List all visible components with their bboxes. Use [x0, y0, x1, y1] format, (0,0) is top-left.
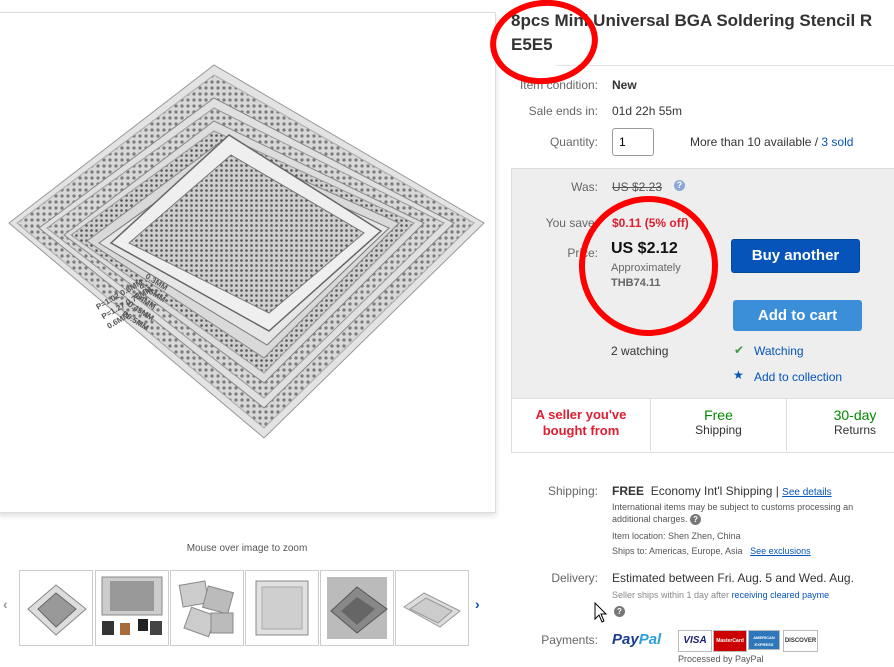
delivery-label: Delivery:	[551, 571, 598, 585]
returns-feature: 30-day Returns	[787, 398, 894, 451]
see-details-link[interactable]: See details	[782, 487, 831, 498]
thumbnail-image	[255, 580, 309, 636]
shipping-line: FREE Economy Int'l Shipping | See detail…	[612, 484, 832, 498]
processed-by-paypal: Processed by PayPal	[678, 654, 764, 664]
stencil-photo	[8, 64, 485, 439]
paypal-pal: Pal	[638, 631, 662, 648]
check-icon: ✔	[734, 343, 745, 357]
thumbnail-4[interactable]	[245, 570, 319, 646]
thumbnail-image	[327, 577, 388, 639]
payments-label: Payments:	[541, 633, 598, 647]
seller-feature: A seller you've bought from	[512, 398, 650, 451]
seller-feature-line1: A seller you've	[535, 407, 627, 422]
zoom-hint: Mouse over image to zoom	[186, 543, 308, 554]
amex-card-icon: AMERICAN EXPRESS	[748, 630, 780, 650]
paypal-logo: PayPal	[612, 631, 661, 648]
add-to-collection-link[interactable]: Add to collection	[754, 370, 842, 384]
question-icon[interactable]: ?	[674, 180, 685, 191]
discover-card-icon: DISCOVER	[783, 630, 818, 652]
mastercard-icon: MasterCard	[713, 630, 747, 652]
watching-link[interactable]: Watching	[754, 344, 804, 358]
visa-card-icon: VISA	[678, 630, 712, 652]
main-product-image[interactable]: 0.3MM 0.35MM 0.4MM 0.45MM P0.5MM P=1.02 …	[0, 12, 496, 513]
customs-note-text: additional charges.	[612, 514, 688, 524]
was-price: US $2.23	[612, 180, 663, 194]
delivery-estimate: Estimated between Fri. Aug. 5 and Wed. A…	[612, 571, 854, 585]
free-shipping-bottom: Shipping	[695, 423, 742, 437]
shipping-label: Shipping:	[547, 484, 598, 498]
ships-to-line: Ships to: Americas, Europe, Asia See exc…	[612, 546, 811, 556]
buy-another-button[interactable]: Buy another	[731, 239, 860, 273]
paypal-pay: Pay	[612, 631, 639, 648]
availability-count: More than 10 available /	[690, 135, 822, 149]
thumbnail-image	[101, 576, 163, 635]
returns-bottom: Returns	[833, 423, 877, 437]
thumbnail-image	[403, 592, 461, 628]
shipping-free: FREE	[612, 484, 645, 498]
annotation-circle-title	[485, 0, 603, 90]
cleared-payment-link[interactable]: receiving cleared payme	[732, 590, 830, 600]
question-icon[interactable]: ?	[690, 514, 702, 525]
ships-to: Ships to: Americas, Europe, Asia	[612, 546, 743, 556]
customs-note-line2: additional charges. ?	[612, 514, 702, 525]
thumbnail-prev-icon[interactable]: ‹	[3, 596, 8, 612]
thumbnail-1[interactable]	[19, 570, 93, 646]
free-shipping-feature: Free Shipping	[651, 398, 786, 451]
thumbnail-5[interactable]	[320, 570, 394, 646]
thumbnail-image	[178, 580, 235, 638]
thumbnail-2[interactable]	[95, 570, 169, 646]
watching-count: 2 watching	[611, 344, 669, 358]
see-exclusions-link[interactable]: See exclusions	[750, 546, 811, 556]
quantity-input[interactable]	[612, 128, 654, 156]
title-divider	[556, 65, 894, 66]
seller-feature-line2: bought from	[542, 423, 620, 438]
was-label: Was:	[571, 180, 598, 194]
item-location: Item location: Shen Zhen, China	[612, 531, 741, 541]
thumbnail-6[interactable]	[395, 570, 469, 646]
question-icon[interactable]: ?	[614, 606, 625, 617]
thumbnail-next-icon[interactable]: ›	[475, 596, 480, 612]
delivery-note-line: Seller ships within 1 day after receivin…	[612, 590, 829, 600]
sale-ends-value: 01d 22h 55m	[612, 104, 683, 118]
mouse-cursor-icon	[594, 602, 608, 623]
sale-ends-label: Sale ends in:	[528, 104, 598, 118]
add-to-cart-button[interactable]: Add to cart	[733, 300, 862, 331]
delivery-note: Seller ships within 1 day after	[612, 590, 732, 600]
shipping-method: Economy Int'l Shipping |	[650, 484, 783, 498]
quantity-label: Quantity:	[549, 135, 598, 149]
star-icon: ★	[733, 368, 744, 382]
you-save-label: You save:	[545, 216, 598, 230]
thumbnail-image	[27, 584, 87, 636]
condition-value: New	[612, 78, 637, 92]
returns-top: 30-day	[833, 407, 877, 423]
customs-note: International items may be subject to cu…	[612, 502, 854, 512]
thumbnail-3[interactable]	[170, 570, 244, 646]
availability-text: More than 10 available / 3 sold	[690, 135, 853, 149]
sold-link[interactable]: 3 sold	[821, 135, 853, 149]
free-shipping-top: Free	[704, 407, 733, 423]
